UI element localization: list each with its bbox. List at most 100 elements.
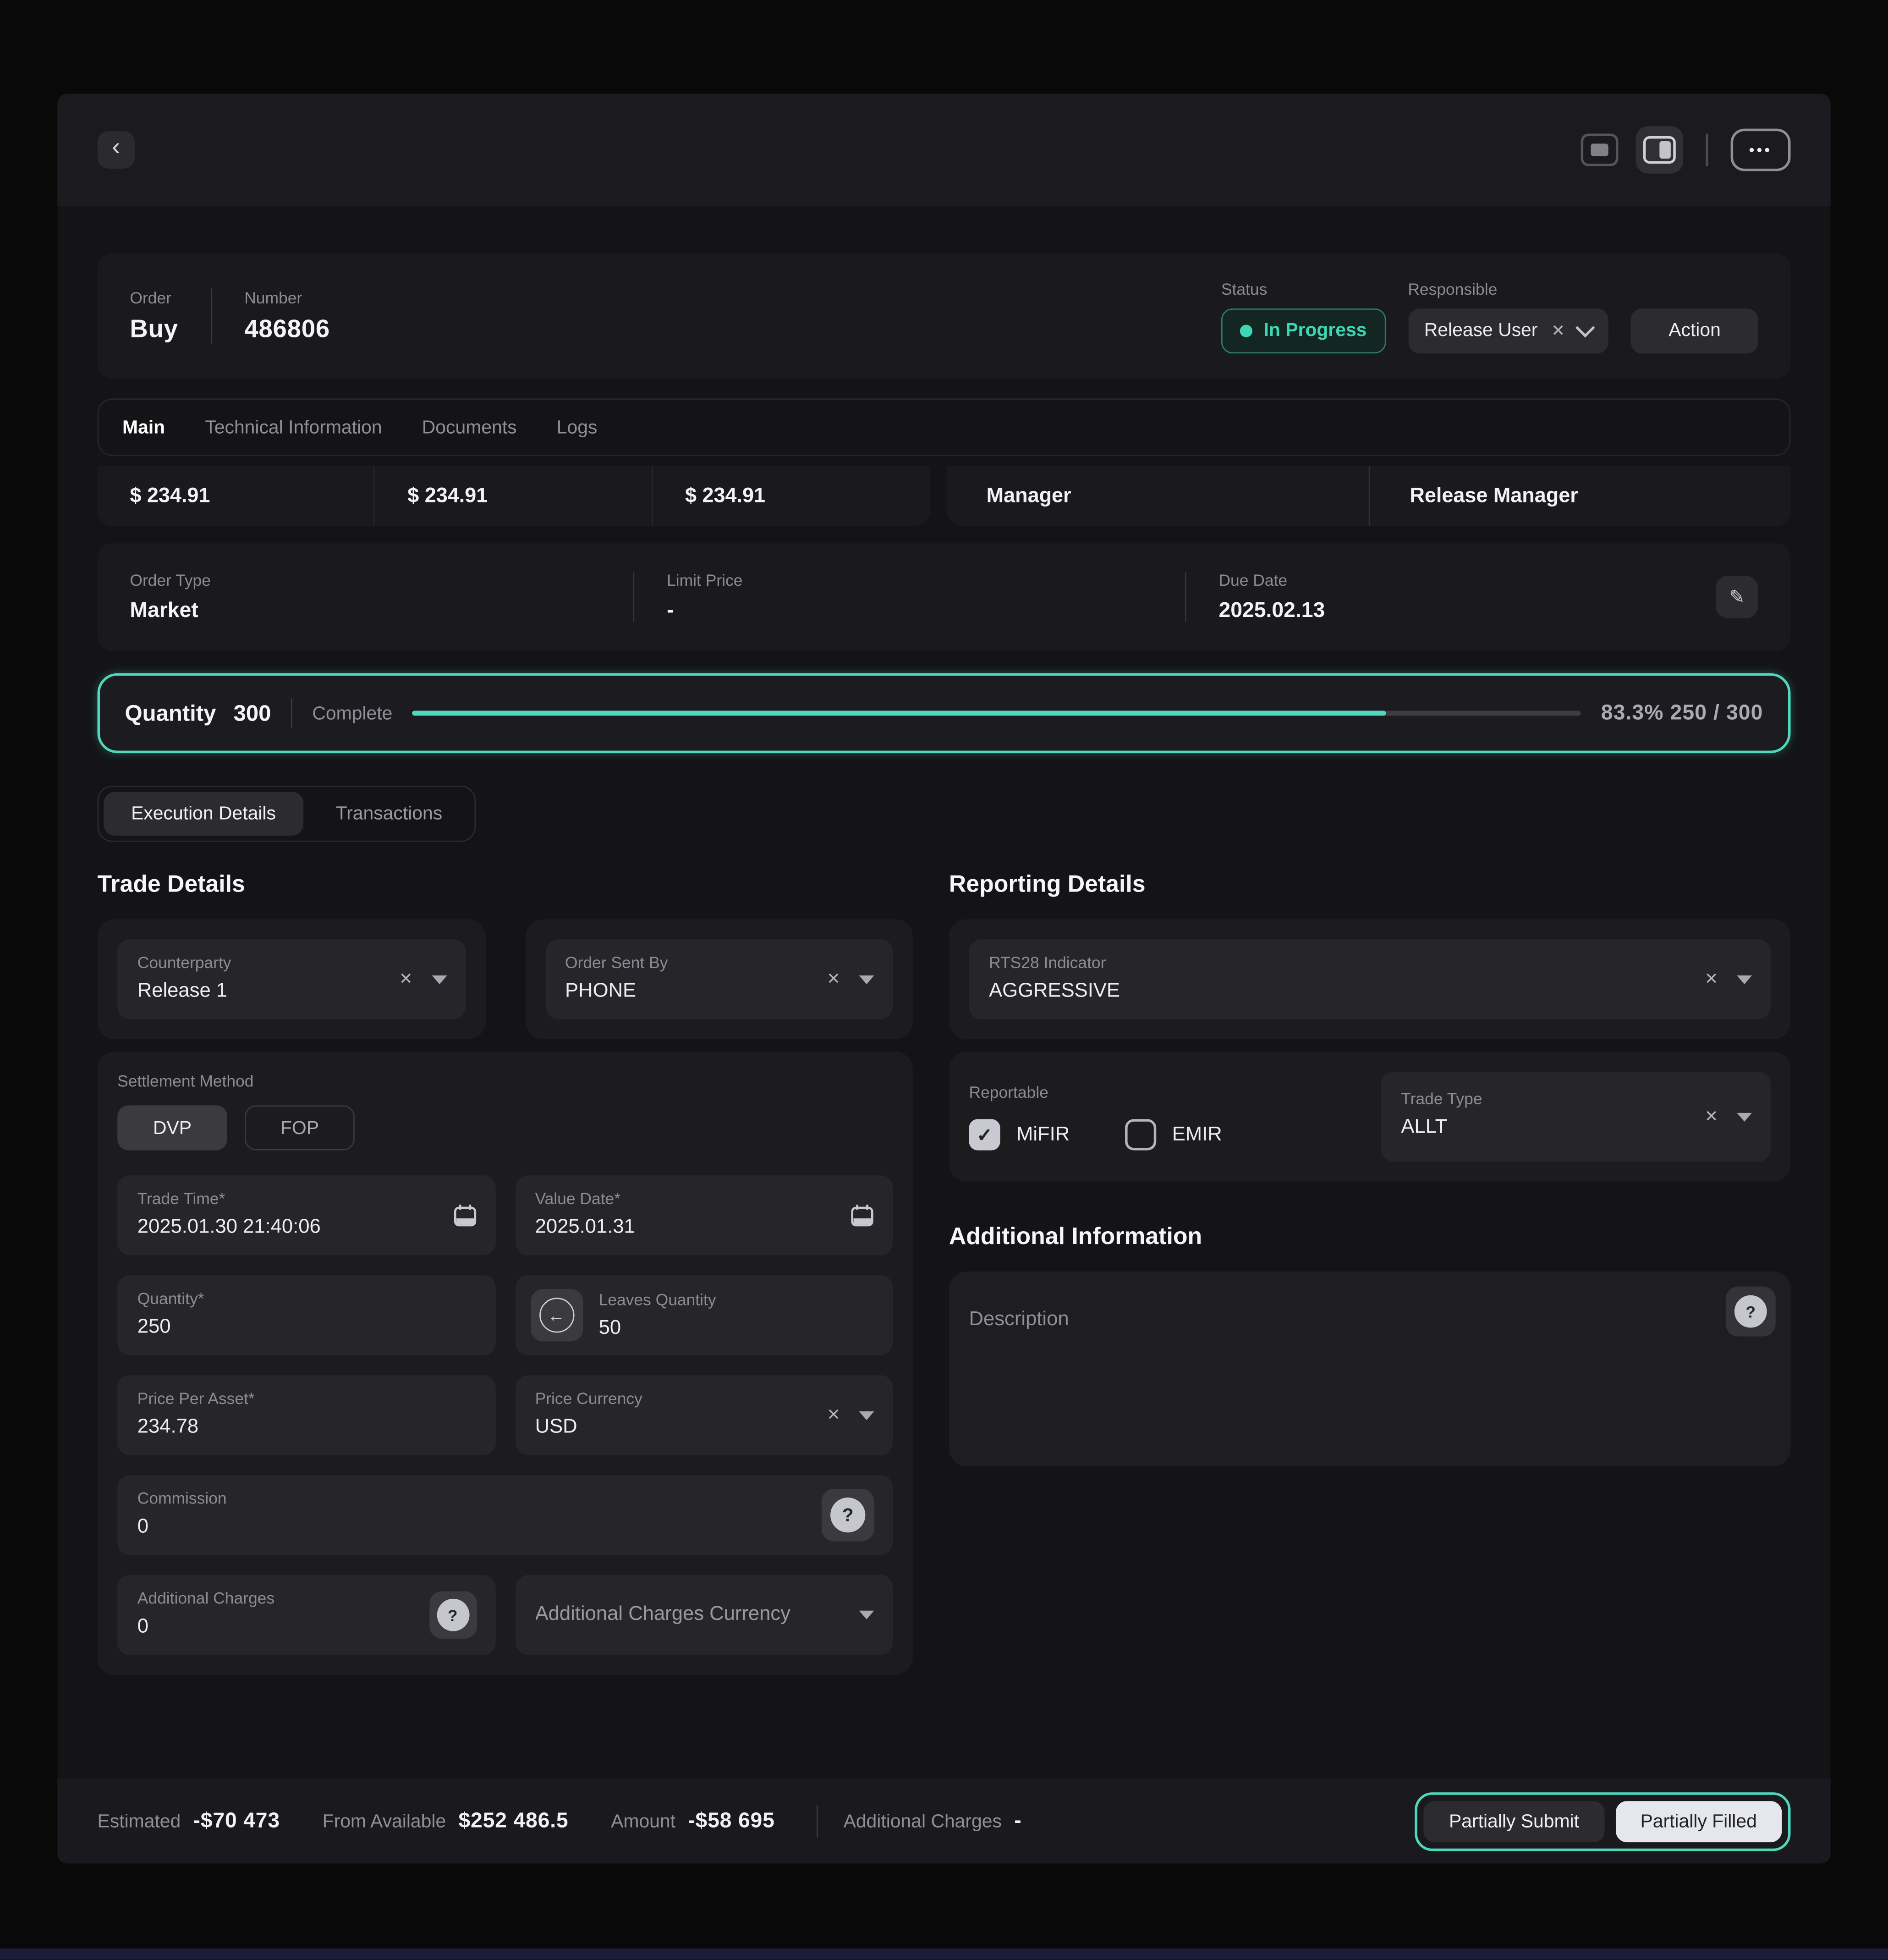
back-button[interactable]: ‹ (98, 131, 135, 169)
commission-field[interactable]: Commission 0 ? (117, 1475, 893, 1555)
price-strip: $ 234.91 $ 234.91 $ 234.91 Manager Relea… (98, 466, 1791, 526)
order-card-divider (633, 572, 635, 622)
order-card-divider (1185, 572, 1186, 622)
tab-documents[interactable]: Documents (422, 417, 517, 438)
amount-label: Amount (611, 1811, 675, 1832)
value-date-field[interactable]: Value Date* 2025.01.31 (515, 1175, 893, 1255)
tab-execution-details[interactable]: Execution Details (104, 792, 303, 836)
caret-down-icon[interactable] (859, 1611, 874, 1619)
partially-filled-button[interactable]: Partially Filled (1615, 1800, 1782, 1842)
more-options-button[interactable]: ••• (1731, 129, 1791, 171)
additional-charges-help-button[interactable]: ? (429, 1591, 477, 1639)
clear-icon[interactable]: ✕ (1705, 969, 1718, 989)
main-tabs: Main Technical Information Documents Log… (98, 398, 1791, 456)
order-number-value: 486806 (244, 315, 330, 344)
order-header-card: Order Buy Number 486806 Status In Progre… (98, 253, 1791, 378)
split-panel-button[interactable] (1636, 126, 1684, 174)
price-currency-value: USD (535, 1416, 873, 1439)
trade-time-value: 2025.01.30 21:40:06 (137, 1217, 475, 1239)
clear-icon[interactable]: ✕ (1551, 320, 1565, 341)
emir-checkbox-item[interactable]: EMIR (1125, 1119, 1222, 1150)
bottom-accent-strip (0, 1949, 1888, 1960)
leaves-quantity-field: ← Leaves Quantity 50 (515, 1275, 893, 1355)
calendar-icon[interactable] (851, 1203, 874, 1227)
arrow-left-circle-icon: ← (539, 1298, 574, 1332)
quantity-progress-card: Quantity 300 Complete 83.3% 250 / 300 (98, 673, 1791, 753)
order-type-label: Order Type (130, 571, 633, 589)
tab-logs[interactable]: Logs (557, 417, 598, 438)
from-available-value: $252 486.5 (458, 1809, 568, 1833)
description-help-button[interactable]: ? (1726, 1287, 1776, 1337)
price-currency-select[interactable]: Price Currency USD ✕ (515, 1375, 893, 1455)
number-label: Number (244, 288, 330, 307)
additional-charges-field[interactable]: Additional Charges 0 ? (117, 1575, 495, 1655)
footer-additional-charges-label: Additional Charges (844, 1811, 1002, 1832)
leaves-quantity-value: 50 (599, 1318, 716, 1340)
value-date-label: Value Date* (535, 1189, 873, 1208)
quantity-field-label: Quantity* (137, 1289, 475, 1308)
action-button[interactable]: Action (1631, 308, 1758, 353)
counterparty-card: Counterparty Release 1 ✕ (98, 919, 485, 1040)
rts28-card: RTS28 Indicator AGGRESSIVE ✕ (949, 919, 1791, 1040)
status-group: Status In Progress (1221, 279, 1385, 353)
calendar-icon[interactable] (453, 1203, 477, 1227)
trade-type-select[interactable]: Trade Type ALLT ✕ (1381, 1072, 1771, 1162)
description-card: Description ? (949, 1272, 1791, 1466)
settlement-method-label: Settlement Method (117, 1072, 893, 1090)
partially-submit-button[interactable]: Partially Submit (1424, 1800, 1604, 1842)
quantity-label: Quantity (125, 700, 216, 726)
leaves-quantity-label: Leaves Quantity (599, 1290, 716, 1309)
price-per-asset-field[interactable]: Price Per Asset* 234.78 (117, 1375, 495, 1455)
tab-technical-information[interactable]: Technical Information (205, 417, 382, 438)
quantity-field[interactable]: Quantity* 250 (117, 1275, 495, 1355)
settlement-toggle: DVP FOP (117, 1106, 893, 1151)
tab-main[interactable]: Main (122, 417, 165, 438)
tab-transactions[interactable]: Transactions (308, 792, 470, 836)
clear-icon[interactable]: ✕ (827, 1405, 840, 1425)
description-textarea[interactable]: Description (969, 1309, 1770, 1332)
caret-down-icon[interactable] (859, 1411, 874, 1420)
reportable-label: Reportable (969, 1083, 1222, 1101)
rts28-label: RTS28 Indicator (989, 953, 1751, 972)
fop-button[interactable]: FOP (245, 1106, 355, 1151)
fullscreen-layout-icon[interactable] (1581, 134, 1619, 166)
additional-charges-currency-select[interactable]: Additional Charges Currency (515, 1575, 893, 1655)
counterparty-select[interactable]: Counterparty Release 1 ✕ (117, 939, 465, 1019)
price-cell: $ 234.91 (98, 466, 375, 526)
split-panel-icon (1643, 136, 1676, 164)
checkbox-checked-icon[interactable]: ✓ (969, 1119, 1000, 1150)
reportable-card: Reportable ✓ MiFIR EM (949, 1052, 1791, 1181)
responsible-select[interactable]: Release User ✕ (1408, 308, 1608, 353)
caret-down-icon[interactable] (1737, 975, 1752, 984)
rts28-select[interactable]: RTS28 Indicator AGGRESSIVE ✕ (969, 939, 1770, 1019)
mifir-checkbox-item[interactable]: ✓ MiFIR (969, 1119, 1070, 1150)
caret-down-icon[interactable] (1737, 1112, 1752, 1121)
caret-down-icon[interactable] (431, 975, 446, 984)
dvp-button[interactable]: DVP (117, 1106, 227, 1151)
commission-help-button[interactable]: ? (822, 1489, 874, 1541)
checkbox-unchecked-icon[interactable] (1125, 1119, 1156, 1150)
price-values-card: $ 234.91 $ 234.91 $ 234.91 (98, 466, 930, 526)
trade-time-label: Trade Time* (137, 1189, 475, 1208)
clear-icon[interactable]: ✕ (1705, 1107, 1718, 1127)
back-icon: ‹ (112, 134, 120, 163)
estimated-label: Estimated (98, 1811, 181, 1832)
edit-button[interactable]: ✎ (1716, 576, 1758, 618)
pencil-icon: ✎ (1729, 586, 1745, 608)
chevron-down-icon[interactable] (1576, 318, 1595, 337)
question-icon: ? (1734, 1295, 1767, 1328)
top-bar: ‹ ••• (57, 94, 1830, 206)
complete-label: Complete (312, 703, 392, 724)
price-currency-label: Price Currency (535, 1389, 873, 1408)
action-group: . Action (1631, 279, 1758, 353)
clear-icon[interactable]: ✕ (827, 969, 840, 989)
caret-down-icon[interactable] (859, 975, 874, 984)
price-cell: $ 234.91 (375, 466, 653, 526)
trade-time-field[interactable]: Trade Time* 2025.01.30 21:40:06 (117, 1175, 495, 1255)
window-controls: ••• (1581, 126, 1791, 174)
progress-bar (412, 710, 1581, 716)
clear-icon[interactable]: ✕ (399, 969, 413, 989)
value-date-value: 2025.01.31 (535, 1217, 873, 1239)
copy-leaves-button[interactable]: ← (530, 1289, 582, 1341)
order-sent-by-select[interactable]: Order Sent By PHONE ✕ (545, 939, 893, 1019)
